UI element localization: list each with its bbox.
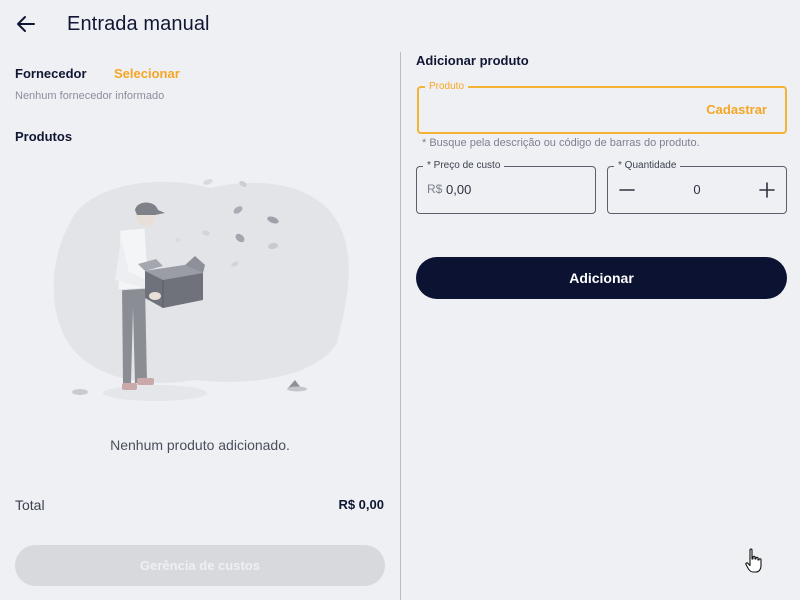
back-button[interactable]: [12, 10, 40, 38]
supplier-label: Fornecedor: [15, 66, 87, 81]
total-value: R$ 0,00: [338, 497, 384, 512]
total-label: Total: [15, 497, 45, 513]
delivery-person-with-box-icon: [53, 179, 349, 401]
quantity-increment-button[interactable]: [757, 176, 777, 204]
cost-price-value[interactable]: 0,00: [446, 182, 471, 197]
plus-icon: [759, 182, 775, 198]
currency-prefix: R$: [427, 182, 443, 196]
empty-products-text: Nenhum produto adicionado.: [110, 437, 290, 453]
arrow-left-icon: [17, 16, 35, 32]
add-product-button[interactable]: Adicionar: [416, 257, 787, 299]
header: Entrada manual: [0, 0, 800, 52]
product-search-hint: * Busque pela descrição ou código de bar…: [422, 137, 700, 149]
add-product-title: Adicionar produto: [416, 53, 529, 68]
quantity-stepper[interactable]: * Quantidade 0: [607, 159, 787, 214]
quantity-legend: * Quantidade: [614, 159, 681, 172]
cost-price-field[interactable]: * Preço de custo R$ 0,00: [416, 159, 596, 214]
product-search-field[interactable]: Produto Cadastrar: [417, 80, 787, 134]
panel-divider: [400, 52, 401, 600]
supplier-empty-text: Nenhum fornecedor informado: [15, 90, 165, 102]
select-supplier-link[interactable]: Selecionar: [114, 66, 180, 81]
hand-cursor-icon: [745, 548, 762, 573]
cost-price-legend: * Preço de custo: [423, 159, 505, 172]
register-product-link[interactable]: Cadastrar: [706, 102, 767, 117]
cost-management-button[interactable]: Gerência de custos: [15, 545, 385, 586]
products-label: Produtos: [15, 129, 73, 144]
product-field-legend: Produto: [425, 80, 469, 93]
page-title: Entrada manual: [67, 13, 210, 35]
